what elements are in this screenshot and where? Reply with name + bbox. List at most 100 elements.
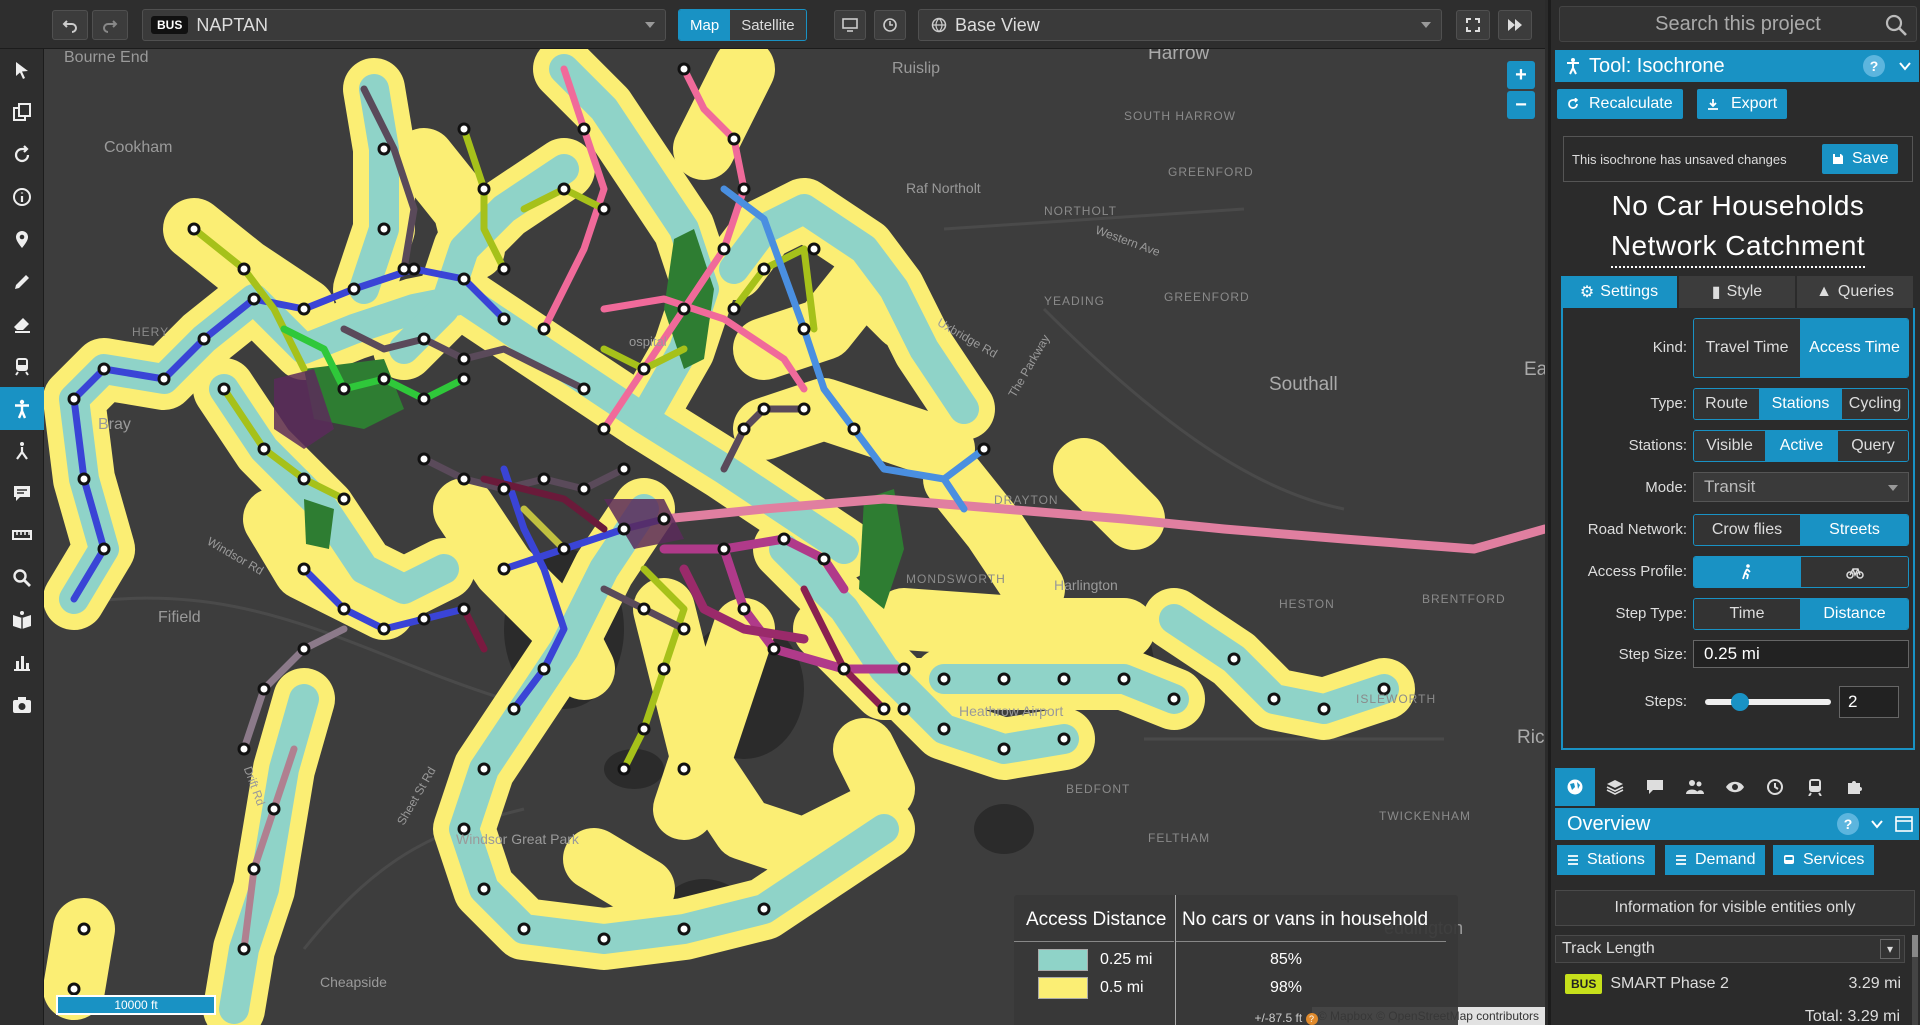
tab-layers[interactable] — [1595, 768, 1635, 806]
monitor-button[interactable] — [834, 10, 866, 40]
search-tool[interactable] — [0, 557, 44, 599]
steps-label: Steps: — [1644, 693, 1687, 710]
legend-header-metric: No cars or vans in household — [1182, 909, 1429, 930]
search-placeholder: Search this project — [1655, 12, 1821, 35]
profile-option-bike[interactable] — [1801, 557, 1908, 587]
tab-eye[interactable] — [1715, 768, 1755, 806]
tab-train[interactable] — [1795, 768, 1835, 806]
profile-option-walk[interactable] — [1694, 557, 1801, 587]
tab-puzzle[interactable] — [1835, 768, 1875, 806]
copy-tool[interactable] — [0, 91, 44, 133]
steptype-option-distance[interactable]: Distance — [1801, 599, 1908, 629]
camera-tool[interactable] — [0, 683, 44, 725]
track-length-header[interactable]: Track Length ▾ — [1555, 935, 1905, 963]
overview-services-button[interactable]: Services — [1773, 845, 1875, 875]
map-canvas[interactable]: Bourne End Cookham Harrow Ruislip SOUTH … — [44, 49, 1545, 1025]
map-mode-satellite[interactable]: Satellite — [730, 10, 806, 40]
export-button[interactable]: Export — [1697, 89, 1788, 119]
fullscreen-button[interactable] — [1456, 10, 1490, 40]
road-network-row: Road Network: Crow flies Streets — [1563, 514, 1913, 546]
popout-icon[interactable] — [1895, 816, 1913, 832]
tab-label: Queries — [1837, 283, 1894, 300]
book-tool[interactable] — [0, 599, 44, 641]
tab-people[interactable] — [1675, 768, 1715, 806]
mode-select[interactable]: Transit — [1693, 472, 1909, 502]
layer-select[interactable]: BUS NAPTAN — [142, 9, 666, 41]
view-select[interactable]: Base View — [918, 9, 1442, 41]
pin-tool[interactable] — [0, 218, 44, 260]
help-icon[interactable]: ? — [1305, 1012, 1318, 1025]
chevron-down-icon[interactable] — [1871, 819, 1883, 829]
road-option-crow-flies[interactable]: Crow flies — [1694, 515, 1801, 545]
help-icon[interactable]: ? — [1837, 813, 1859, 835]
kind-option-access-time[interactable]: Access Time — [1801, 319, 1908, 377]
select-tool[interactable] — [0, 49, 44, 91]
stations-option-active[interactable]: Active — [1766, 431, 1838, 461]
type-option-stations[interactable]: Stations — [1760, 389, 1842, 419]
chevron-down-icon[interactable] — [1899, 61, 1911, 71]
rotate-tool[interactable] — [0, 134, 44, 176]
isochrone-title[interactable]: No Car Households Network Catchment — [1559, 186, 1917, 268]
save-button[interactable]: Save — [1822, 144, 1899, 174]
help-icon[interactable]: ? — [1863, 55, 1885, 77]
fast-forward-button[interactable] — [1498, 10, 1532, 40]
tab-settings[interactable]: ⚙ Settings — [1561, 276, 1677, 308]
type-option-route[interactable]: Route — [1694, 389, 1760, 419]
zoom-out-button[interactable]: − — [1507, 91, 1535, 119]
eraser-tool[interactable] — [0, 303, 44, 345]
paint-roller-icon: ▮ — [1711, 284, 1721, 301]
chevron-down-icon[interactable]: ▾ — [1880, 939, 1900, 959]
tab-history[interactable] — [1755, 768, 1795, 806]
slider-handle[interactable] — [1731, 693, 1749, 711]
tab-queries[interactable]: ▲ Queries — [1797, 276, 1913, 308]
isochrone-tool[interactable] — [0, 387, 44, 430]
train-tool[interactable] — [0, 345, 44, 387]
track-row[interactable]: BUS SMART Phase 2 3.29 mi — [1555, 970, 1905, 998]
overview-demand-button[interactable]: Demand — [1665, 845, 1766, 875]
road-option-streets[interactable]: Streets — [1801, 515, 1908, 545]
map-label: GREENFORD — [1168, 165, 1254, 179]
top-toolbar: BUS NAPTAN Map Satellite Base View — [0, 0, 1545, 49]
pencil-icon — [15, 274, 29, 289]
undo-button[interactable] — [52, 10, 88, 40]
steps-input[interactable]: 2 — [1839, 686, 1899, 718]
stations-option-query[interactable]: Query — [1838, 431, 1908, 461]
clock-button[interactable] — [874, 10, 906, 40]
map-label: NORTHOLT — [1044, 204, 1117, 218]
services-button-label: Services — [1803, 851, 1865, 868]
chart-tool[interactable] — [0, 641, 44, 683]
globe-icon — [931, 17, 947, 33]
ruler-tool[interactable] — [0, 514, 44, 556]
title-line-1: No Car Households — [1611, 190, 1865, 221]
tab-globe[interactable] — [1555, 768, 1595, 806]
map-label: BRENTFORD — [1422, 592, 1506, 606]
scale-bar: 10000 ft — [56, 995, 216, 1015]
pencil-tool[interactable] — [0, 260, 44, 302]
search-icon[interactable] — [1884, 13, 1908, 37]
tab-style[interactable]: ▮ Style — [1679, 276, 1795, 308]
map-label: BEDFONT — [1066, 782, 1131, 796]
panel-scrollbar[interactable] — [1912, 935, 1918, 1025]
steptype-option-time[interactable]: Time — [1694, 599, 1801, 629]
info-tool[interactable] — [0, 176, 44, 218]
overview-stations-button[interactable]: Stations — [1557, 845, 1655, 875]
comment-icon — [1647, 780, 1663, 794]
map-mode-map[interactable]: Map — [679, 10, 731, 40]
stations-option-visible[interactable]: Visible — [1694, 431, 1766, 461]
comment-tool[interactable] — [0, 472, 44, 514]
map-label: Bourne End — [64, 49, 149, 66]
legend-label-inner: 0.25 mi — [1100, 951, 1153, 968]
step-type-label: Step Type: — [1615, 605, 1687, 622]
redo-button[interactable] — [92, 10, 128, 40]
scrollbar-thumb[interactable] — [1912, 935, 1918, 957]
merge-tool[interactable] — [0, 430, 44, 472]
zoom-in-button[interactable]: + — [1507, 61, 1535, 89]
kind-option-travel-time[interactable]: Travel Time — [1694, 319, 1801, 377]
recalculate-button[interactable]: Recalculate — [1557, 89, 1683, 119]
history-icon — [1767, 779, 1783, 795]
tab-comments[interactable] — [1635, 768, 1675, 806]
type-option-cycling[interactable]: Cycling — [1842, 389, 1908, 419]
step-size-input[interactable]: 0.25 mi — [1693, 640, 1909, 668]
project-search-input[interactable]: Search this project — [1559, 6, 1917, 42]
steps-slider[interactable] — [1705, 693, 1831, 711]
